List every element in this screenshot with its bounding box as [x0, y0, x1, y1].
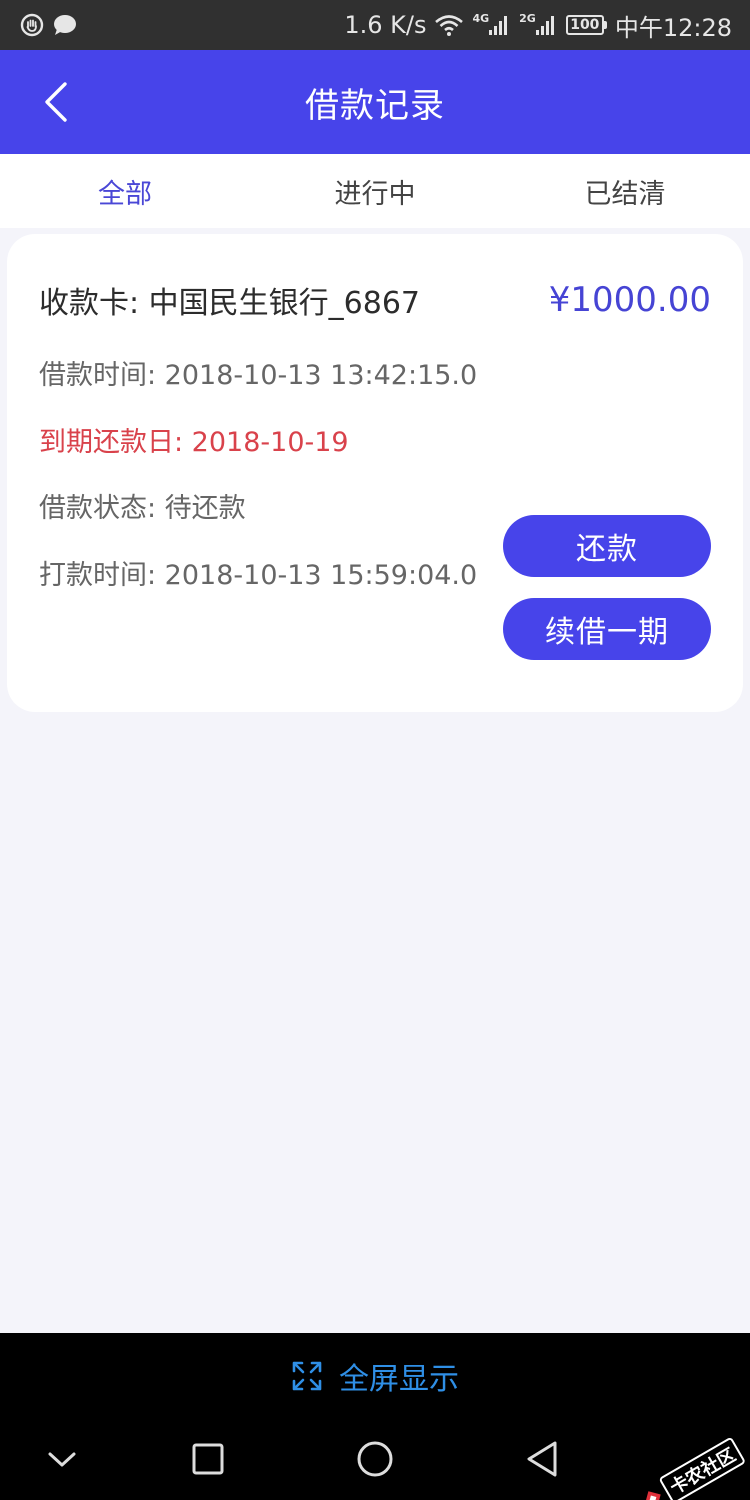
fullscreen-label: 全屏显示	[339, 1362, 459, 1397]
nav-triangle-icon	[527, 1441, 557, 1477]
tab-in-progress[interactable]: 进行中	[250, 154, 500, 228]
network-type-2: 2G	[519, 11, 536, 25]
app-header: 借款记录	[0, 50, 750, 154]
nav-recent-button[interactable]	[186, 1437, 230, 1481]
signal-icon: 4G	[472, 11, 511, 37]
loan-record-card: 收款卡: 中国民生银行_6867 ¥1000.00 借款时间: 2018-10-…	[7, 234, 743, 712]
borrow-time: 借款时间: 2018-10-13 13:42:15.0	[39, 360, 478, 391]
battery-icon: 100	[565, 15, 607, 35]
card-header: 收款卡: 中国民生银行_6867 ¥1000.00	[39, 278, 711, 322]
expand-icon	[292, 1361, 322, 1391]
tab-settled[interactable]: 已结清	[500, 154, 750, 228]
nav-circle-icon	[357, 1441, 393, 1477]
signal-icon-2: 2G	[519, 11, 558, 37]
clock: 中午12:28	[614, 13, 732, 42]
receiving-card: 收款卡: 中国民生银行_6867	[39, 286, 420, 321]
nav-down-button[interactable]	[40, 1437, 84, 1481]
system-nav-bar: 卡农社区	[0, 1419, 750, 1500]
filter-tabs: 全部 进行中 已结清	[0, 154, 750, 228]
network-type-1: 4G	[472, 11, 490, 25]
tab-all[interactable]: 全部	[0, 154, 250, 228]
nav-back-button[interactable]	[520, 1437, 564, 1481]
status-right: 1.6 K/s 4G 2G 100 中午12:28	[344, 8, 732, 43]
page-title: 借款记录	[305, 85, 445, 126]
status-bar: 1.6 K/s 4G 2G 100 中午12:28	[0, 0, 750, 50]
chat-icon	[52, 13, 78, 37]
watermark-text: 卡农社区	[658, 1436, 747, 1500]
nav-home-button[interactable]	[353, 1437, 397, 1481]
back-chevron-icon	[45, 82, 67, 122]
repay-button[interactable]: 还款	[503, 515, 711, 577]
payout-time: 打款时间: 2018-10-13 15:59:04.0	[39, 560, 478, 591]
nav-square-icon	[192, 1443, 224, 1475]
network-speed: 1.6 K/s	[344, 11, 427, 39]
loan-amount: ¥1000.00	[548, 280, 711, 320]
nav-down-icon	[48, 1452, 76, 1467]
fullscreen-button[interactable]: 全屏显示	[0, 1333, 750, 1419]
wifi-icon	[434, 13, 464, 37]
back-button[interactable]	[30, 76, 82, 128]
hand-icon	[20, 13, 44, 37]
loan-status: 借款状态: 待还款	[39, 493, 246, 524]
status-left	[20, 13, 78, 37]
due-date: 到期还款日: 2018-10-19	[39, 427, 349, 458]
battery-level: 100	[565, 15, 604, 35]
watermark: 卡农社区	[636, 1436, 747, 1500]
renew-button[interactable]: 续借一期	[503, 598, 711, 660]
